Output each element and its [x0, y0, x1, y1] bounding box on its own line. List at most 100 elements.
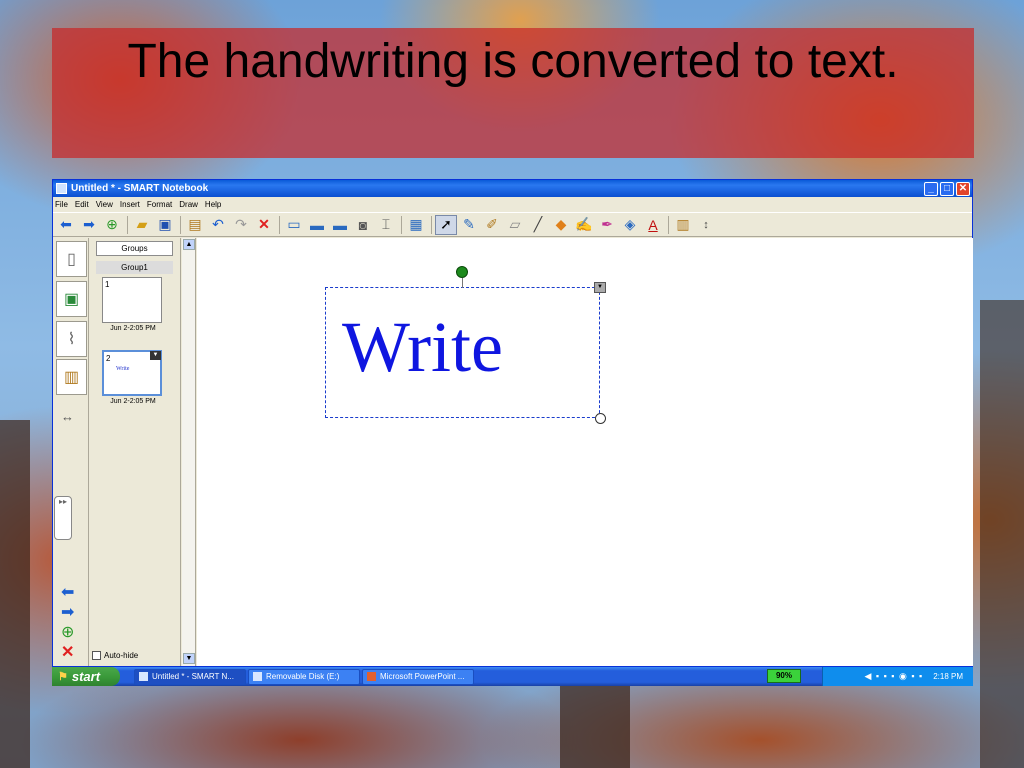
add-page-icon[interactable]: ⊕ [61, 622, 74, 642]
notebook-canvas[interactable]: Write ▼ [197, 238, 973, 666]
start-button[interactable]: ⚑ start [52, 667, 120, 686]
delete-icon[interactable]: ✕ [253, 215, 275, 235]
table-icon[interactable]: ▦ [405, 215, 427, 235]
screen-shade-icon[interactable]: ▭ [283, 215, 305, 235]
expand-handle-icon[interactable]: ▸▸ [54, 496, 72, 540]
task-label: Microsoft PowerPoint ... [380, 672, 465, 681]
slide-title: The handwriting is converted to text. [127, 35, 899, 88]
task-removable-disk[interactable]: Removable Disk (E:) [248, 668, 360, 685]
app-icon [56, 183, 67, 194]
window-titlebar[interactable]: Untitled * - SMART Notebook _ □ ✕ [53, 180, 972, 197]
sorter-scrollbar[interactable]: ▲ ▼ [182, 238, 196, 666]
highlighter-icon[interactable]: ✒ [596, 215, 618, 235]
delete-page-icon[interactable]: ✕ [61, 642, 74, 662]
page-sorter: Groups Group1 1 Jun 2-2:05 PM 2 Write ▼ … [90, 238, 181, 666]
add-page-icon[interactable]: ⊕ [101, 215, 123, 235]
group-label[interactable]: Group1 [96, 261, 173, 274]
drive-icon [253, 672, 262, 681]
page-thumbnail-1[interactable]: 1 [102, 277, 162, 323]
converted-text[interactable]: Write [342, 302, 503, 392]
menu-file[interactable]: File [55, 200, 68, 209]
page-number: 1 [105, 280, 110, 289]
tray-icons[interactable]: ◀ ▪ ▪ ▪ ◉ ▪ ▪ [864, 671, 923, 682]
task-smart-notebook[interactable]: Untitled * - SMART N... [134, 668, 246, 685]
magic-pen-icon[interactable]: ✍ [573, 215, 595, 235]
system-tray: ◀ ▪ ▪ ▪ ◉ ▪ ▪ 2:18 PM [822, 667, 973, 686]
object-menu-arrow-icon[interactable]: ▼ [594, 282, 606, 293]
battery-indicator[interactable]: 90% [767, 669, 801, 683]
scroll-up-icon[interactable]: ▲ [183, 239, 195, 250]
menu-edit[interactable]: Edit [75, 200, 89, 209]
menu-format[interactable]: Format [147, 200, 172, 209]
task-label: Untitled * - SMART N... [152, 672, 234, 681]
dual-display-icon[interactable]: ▬ [329, 215, 351, 235]
menu-view[interactable]: View [96, 200, 113, 209]
page-number: 2 [106, 354, 111, 363]
notebook-icon [139, 672, 148, 681]
line-icon[interactable]: ╱ [527, 215, 549, 235]
tree-trunk-right [980, 300, 1024, 768]
toolbar-separator [668, 215, 669, 234]
task-powerpoint[interactable]: Microsoft PowerPoint ... [362, 668, 474, 685]
move-toolbar-icon[interactable]: ↕ [695, 215, 717, 235]
page-sorter-tab[interactable]: ▯ [56, 241, 87, 277]
toolbar-separator [401, 215, 402, 234]
pen-icon[interactable]: ✎ [458, 215, 480, 235]
scroll-down-icon[interactable]: ▼ [183, 653, 195, 664]
page-thumbnail-2[interactable]: 2 Write ▼ [102, 350, 162, 396]
table-tool-icon[interactable]: ⌶ [375, 215, 397, 235]
select-icon[interactable]: ➚ [435, 214, 457, 235]
menu-insert[interactable]: Insert [120, 200, 140, 209]
auto-hide-label: Auto-hide [104, 651, 139, 660]
back-arrow-icon[interactable]: ⬅ [55, 215, 77, 235]
menu-help[interactable]: Help [205, 200, 221, 209]
auto-hide-checkbox[interactable]: Auto-hide [92, 651, 138, 660]
eraser-icon[interactable]: ▱ [504, 215, 526, 235]
toolbar-separator [279, 215, 280, 234]
page-date: Jun 2-2:05 PM [110, 398, 156, 405]
open-folder-icon[interactable]: ▰ [131, 215, 153, 235]
start-label: start [71, 669, 101, 684]
minimize-button[interactable]: _ [924, 181, 938, 196]
tree-trunk-center [560, 686, 630, 768]
restore-button[interactable]: □ [940, 181, 954, 196]
screen-capture-icon[interactable]: ◙ [352, 215, 374, 235]
shape-icon[interactable]: ◆ [550, 215, 572, 235]
properties-tab[interactable]: ▥ [56, 359, 87, 395]
resize-handle[interactable] [595, 413, 606, 424]
swap-side-icon[interactable]: ↔ [61, 409, 74, 424]
window-title: Untitled * - SMART Notebook [71, 183, 209, 194]
taskbar: ⚑ start Untitled * - SMART N... Removabl… [52, 667, 973, 686]
page-preview-text: Write [116, 366, 130, 372]
main-toolbar: ⬅ ➡ ⊕ ▰ ▣ ▤ ↶ ↷ ✕ ▭ ▬ ▬ ◙ ⌶ ▦ ➚ ✎ ✐ ▱ ╱ … [53, 212, 972, 237]
text-object[interactable]: Write ▼ [325, 266, 606, 424]
paste-icon[interactable]: ▤ [184, 215, 206, 235]
redo-icon[interactable]: ↷ [230, 215, 252, 235]
properties-icon[interactable]: ▥ [672, 215, 694, 235]
close-button[interactable]: ✕ [956, 181, 970, 196]
smart-notebook-window: Untitled * - SMART Notebook _ □ ✕ File E… [52, 179, 973, 667]
save-icon[interactable]: ▣ [154, 215, 176, 235]
menu-draw[interactable]: Draw [179, 200, 198, 209]
tree-trunk-left [0, 420, 30, 768]
page-menu-arrow-icon[interactable]: ▼ [150, 351, 161, 360]
text-icon[interactable]: A [642, 215, 664, 235]
gallery-tab[interactable]: ▣ [56, 281, 87, 317]
toolbar-separator [180, 215, 181, 234]
fill-icon[interactable]: ◈ [619, 215, 641, 235]
forward-arrow-icon[interactable]: ➡ [61, 602, 74, 622]
back-arrow-icon[interactable]: ⬅ [61, 582, 74, 602]
toolbar-separator [127, 215, 128, 234]
rotate-handle[interactable] [456, 266, 468, 278]
windows-flag-icon: ⚑ [58, 671, 68, 683]
undo-icon[interactable]: ↶ [207, 215, 229, 235]
checkbox-box[interactable] [92, 651, 101, 660]
attachments-tab[interactable]: ⌇ [56, 321, 87, 357]
creative-pen-icon[interactable]: ✐ [481, 215, 503, 235]
groups-button[interactable]: Groups [96, 241, 173, 256]
clock[interactable]: 2:18 PM [933, 672, 963, 681]
forward-arrow-icon[interactable]: ➡ [78, 215, 100, 235]
side-tabs: ▯ ▣ ⌇ ▥ ↔ ▸▸ ⬅ ➡ ⊕ ✕ [53, 238, 89, 666]
display-icon[interactable]: ▬ [306, 215, 328, 235]
powerpoint-icon [367, 672, 376, 681]
